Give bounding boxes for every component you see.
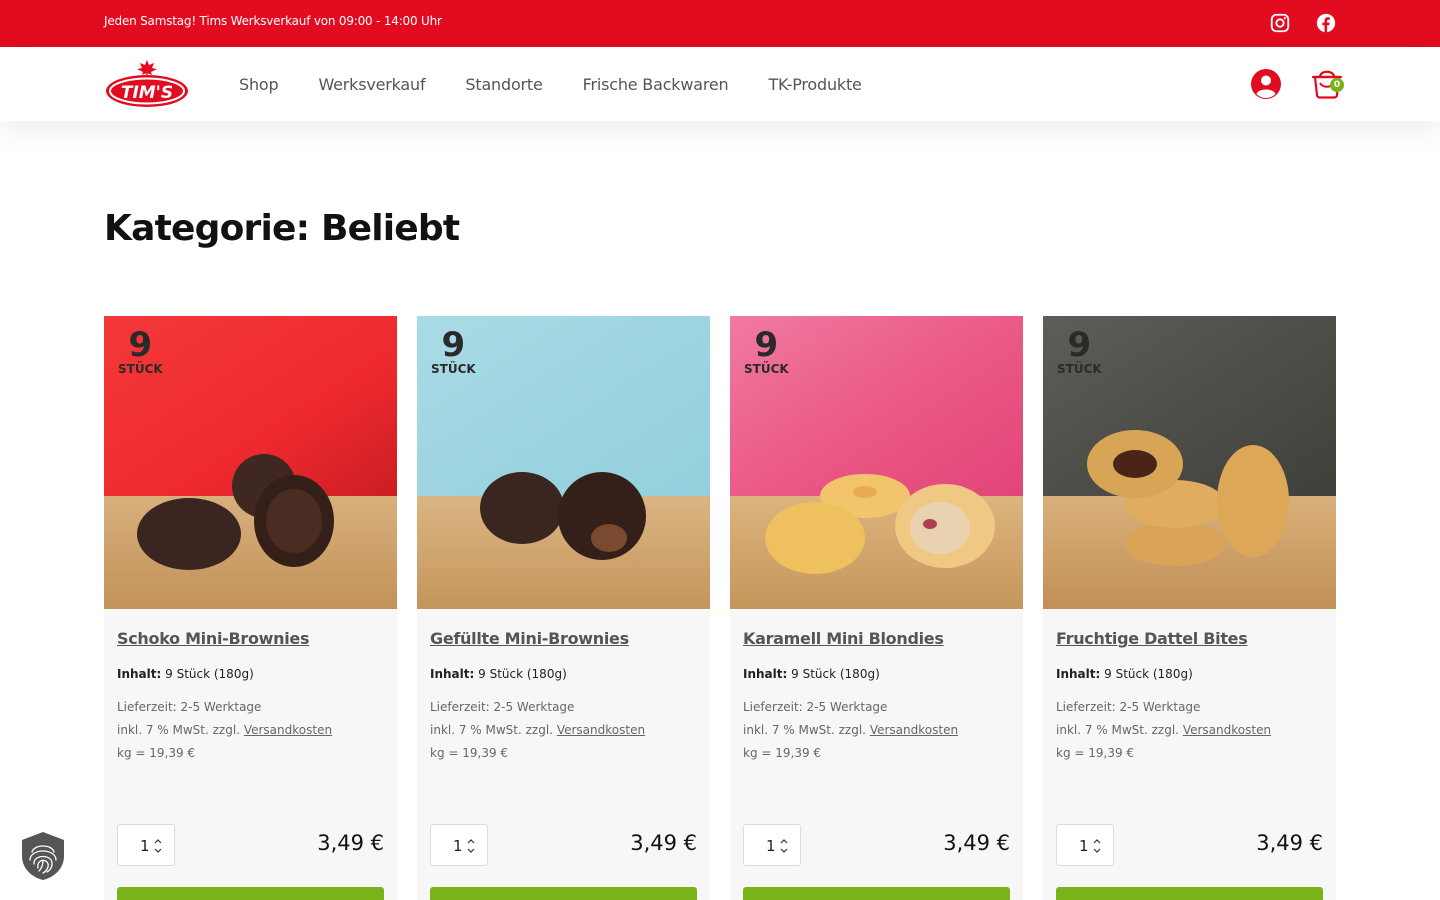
product-price: 3,49 € [1256, 831, 1323, 855]
announcement-text: Jeden Samstag! Tims Werksverkauf von 09:… [104, 14, 442, 28]
quantity-stepper[interactable]: 1 [430, 824, 488, 866]
product-image[interactable]: 9 STÜCK [104, 316, 397, 609]
nav-tk-produkte[interactable]: TK-Produkte [768, 75, 861, 94]
unit-price: kg = 19,39 € [430, 746, 509, 760]
product-title-link[interactable]: Karamell Mini Blondies [743, 629, 944, 648]
unit-price: kg = 19,39 € [117, 746, 196, 760]
quantity-value: 1 [1079, 837, 1089, 855]
nav-shop[interactable]: Shop [239, 75, 279, 94]
unit-price: kg = 19,39 € [743, 746, 822, 760]
delivery-time: Lieferzeit: 2-5 Werktage [117, 700, 262, 714]
product-content-info: Inhalt: 9 Stück (180g) [1056, 667, 1193, 681]
site-header: TIM'S Shop Werksverkauf Standorte Frisch… [0, 47, 1440, 121]
shipping-costs-link[interactable]: Versandkosten [244, 723, 332, 737]
main-nav: Shop Werksverkauf Standorte Frische Back… [239, 47, 902, 121]
shipping-costs-link[interactable]: Versandkosten [870, 723, 958, 737]
product-price: 3,49 € [630, 831, 697, 855]
facebook-icon[interactable] [1315, 12, 1337, 34]
tax-info: inkl. 7 % MwSt. zzgl. Versandkosten [117, 723, 333, 737]
page-title: Kategorie: Beliebt [104, 208, 460, 249]
quantity-badge: 9 STÜCK [118, 325, 163, 376]
product-image[interactable]: 9 STÜCK [417, 316, 710, 609]
shipping-costs-link[interactable]: Versandkosten [1183, 723, 1271, 737]
tims-logo[interactable]: TIM'S [104, 57, 190, 109]
quantity-value: 1 [140, 837, 150, 855]
stepper-arrows-icon[interactable] [154, 837, 162, 855]
user-account-icon[interactable] [1250, 68, 1282, 100]
quantity-stepper[interactable]: 1 [1056, 824, 1114, 866]
quantity-badge: 9 STÜCK [1057, 325, 1102, 376]
product-card: 9 STÜCK Gefüllte Mini-Brownies Inhalt: 9… [417, 316, 710, 900]
quantity-badge: 9 STÜCK [744, 325, 789, 376]
add-to-cart-button[interactable] [743, 887, 1010, 900]
stepper-arrows-icon[interactable] [1093, 837, 1101, 855]
product-content-info: Inhalt: 9 Stück (180g) [430, 667, 567, 681]
fingerprint-icon[interactable] [18, 830, 68, 882]
product-content-info: Inhalt: 9 Stück (180g) [743, 667, 880, 681]
instagram-icon[interactable] [1269, 12, 1291, 34]
product-title-link[interactable]: Gefüllte Mini-Brownies [430, 629, 629, 648]
product-image[interactable]: 9 STÜCK [730, 316, 1023, 609]
tax-info: inkl. 7 % MwSt. zzgl. Versandkosten [743, 723, 959, 737]
quantity-stepper[interactable]: 1 [117, 824, 175, 866]
add-to-cart-button[interactable] [430, 887, 697, 900]
announcement-bar: Jeden Samstag! Tims Werksverkauf von 09:… [0, 0, 1440, 47]
product-card: 9 STÜCK Karamell Mini Blondies Inhalt: 9… [730, 316, 1023, 900]
product-grid: 9 STÜCK Schoko Mini-Brownies Inhalt: 9 S… [104, 316, 1336, 900]
stepper-arrows-icon[interactable] [467, 837, 475, 855]
tax-info: inkl. 7 % MwSt. zzgl. Versandkosten [1056, 723, 1272, 737]
product-card: 9 STÜCK Fruchtige Dattel Bites Inhalt: 9… [1043, 316, 1336, 900]
product-title-link[interactable]: Schoko Mini-Brownies [117, 629, 310, 648]
unit-price: kg = 19,39 € [1056, 746, 1135, 760]
nav-frische-backwaren[interactable]: Frische Backwaren [583, 75, 729, 94]
product-price: 3,49 € [943, 831, 1010, 855]
product-content-info: Inhalt: 9 Stück (180g) [117, 667, 254, 681]
nav-werksverkauf[interactable]: Werksverkauf [318, 75, 425, 94]
cart-count-badge: 0 [1330, 78, 1344, 92]
delivery-time: Lieferzeit: 2-5 Werktage [1056, 700, 1201, 714]
delivery-time: Lieferzeit: 2-5 Werktage [430, 700, 575, 714]
logo-text: TIM'S [121, 83, 173, 103]
product-image[interactable]: 9 STÜCK [1043, 316, 1336, 609]
delivery-time: Lieferzeit: 2-5 Werktage [743, 700, 888, 714]
stepper-arrows-icon[interactable] [780, 837, 788, 855]
add-to-cart-button[interactable] [117, 887, 384, 900]
add-to-cart-button[interactable] [1056, 887, 1323, 900]
shipping-costs-link[interactable]: Versandkosten [557, 723, 645, 737]
product-card: 9 STÜCK Schoko Mini-Brownies Inhalt: 9 S… [104, 316, 397, 900]
quantity-value: 1 [453, 837, 463, 855]
product-price: 3,49 € [317, 831, 384, 855]
tax-info: inkl. 7 % MwSt. zzgl. Versandkosten [430, 723, 646, 737]
quantity-value: 1 [766, 837, 776, 855]
product-title-link[interactable]: Fruchtige Dattel Bites [1056, 629, 1248, 648]
nav-standorte[interactable]: Standorte [465, 75, 542, 94]
quantity-stepper[interactable]: 1 [743, 824, 801, 866]
quantity-badge: 9 STÜCK [431, 325, 476, 376]
